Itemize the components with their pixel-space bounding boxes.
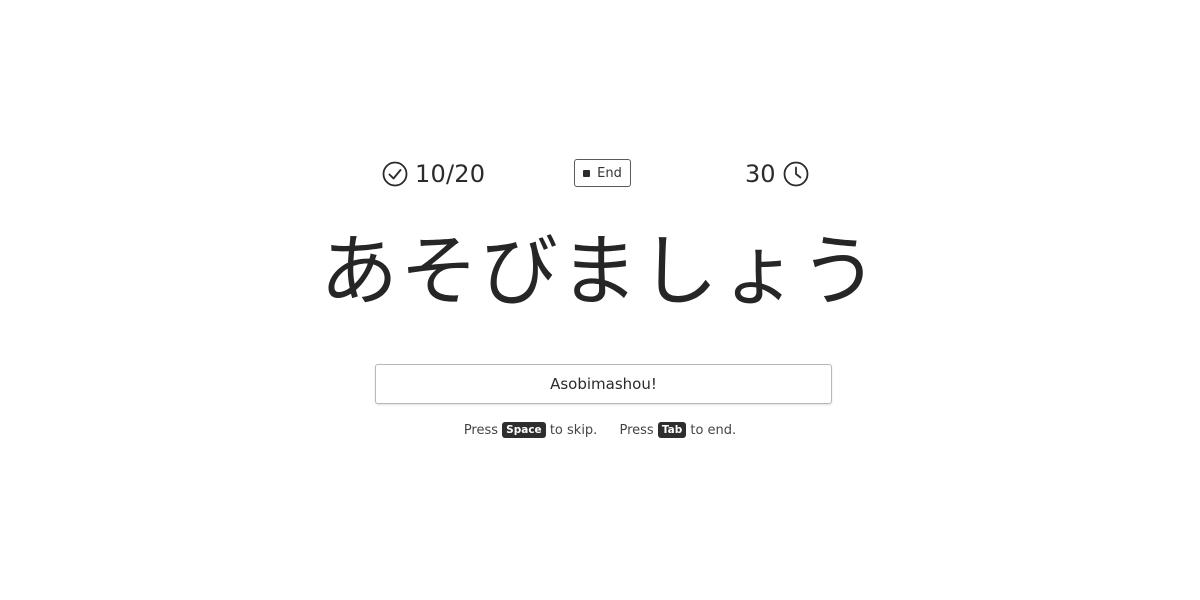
- end-button-label: End: [597, 165, 622, 181]
- score-value: 10/20: [415, 160, 486, 188]
- timer-value: 30: [745, 160, 776, 188]
- skip-hint-suffix: to skip.: [549, 423, 598, 438]
- prompt-word: あそびましょう: [319, 227, 880, 317]
- keyboard-hints: Press Space to skip. Press Tab to end.: [0, 421, 1200, 441]
- stop-icon: [583, 169, 591, 177]
- check-circle-icon: [382, 161, 408, 187]
- skip-hint: Press Space to skip.: [463, 421, 598, 441]
- game-screen: 10/20 End 30 あそびましょう Press Space to skip…: [0, 0, 1200, 600]
- end-hint: Press Tab to end.: [619, 421, 736, 441]
- timer-display: 30: [745, 159, 809, 189]
- score-display: 10/20: [382, 159, 485, 189]
- clock-icon: [783, 161, 809, 187]
- end-button[interactable]: End: [574, 159, 631, 187]
- answer-input[interactable]: [375, 364, 832, 404]
- end-hint-suffix: to end.: [690, 423, 737, 438]
- space-key-badge: Space: [502, 422, 546, 438]
- skip-hint-prefix: Press: [463, 423, 499, 438]
- end-hint-prefix: Press: [619, 423, 654, 438]
- tab-key-badge: Tab: [657, 422, 687, 438]
